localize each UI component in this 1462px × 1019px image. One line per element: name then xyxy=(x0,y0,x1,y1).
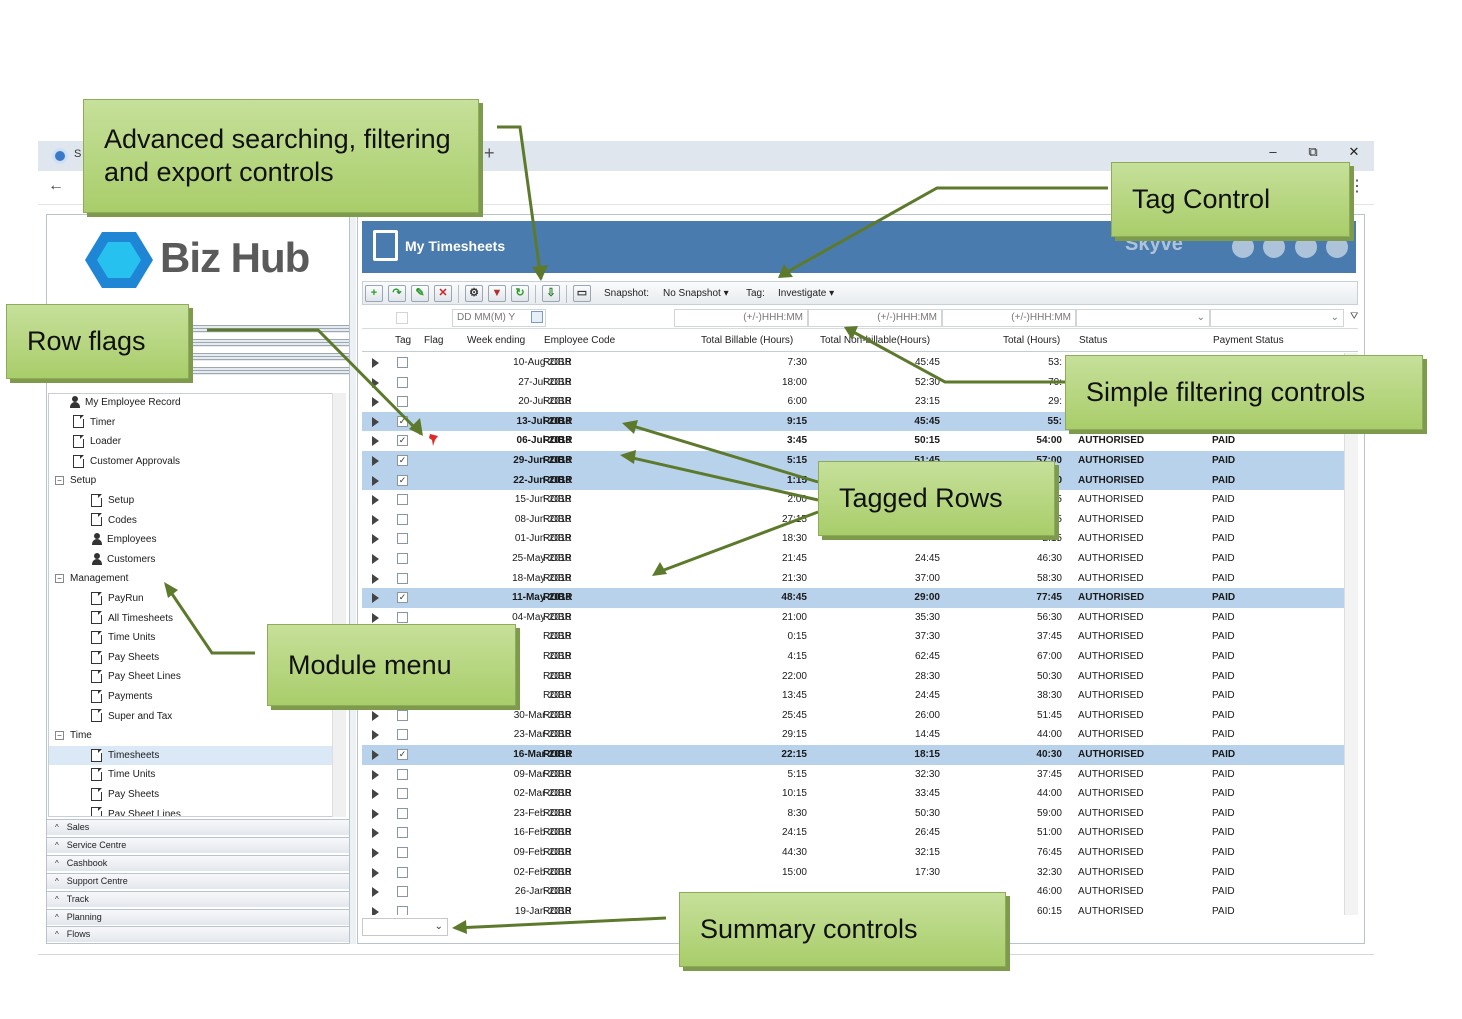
callout-tag-control: Tag Control xyxy=(1111,162,1350,237)
callout-row-flags: Row flags xyxy=(6,304,189,379)
callout-module-menu: Module menu xyxy=(267,624,516,706)
callout-advanced-controls: Advanced searching, filtering and export… xyxy=(83,99,479,213)
callout-summary-controls: Summary controls xyxy=(679,892,1006,967)
callout-tagged-rows: Tagged Rows xyxy=(818,461,1055,536)
callout-simple-filtering: Simple filtering controls xyxy=(1065,355,1423,430)
